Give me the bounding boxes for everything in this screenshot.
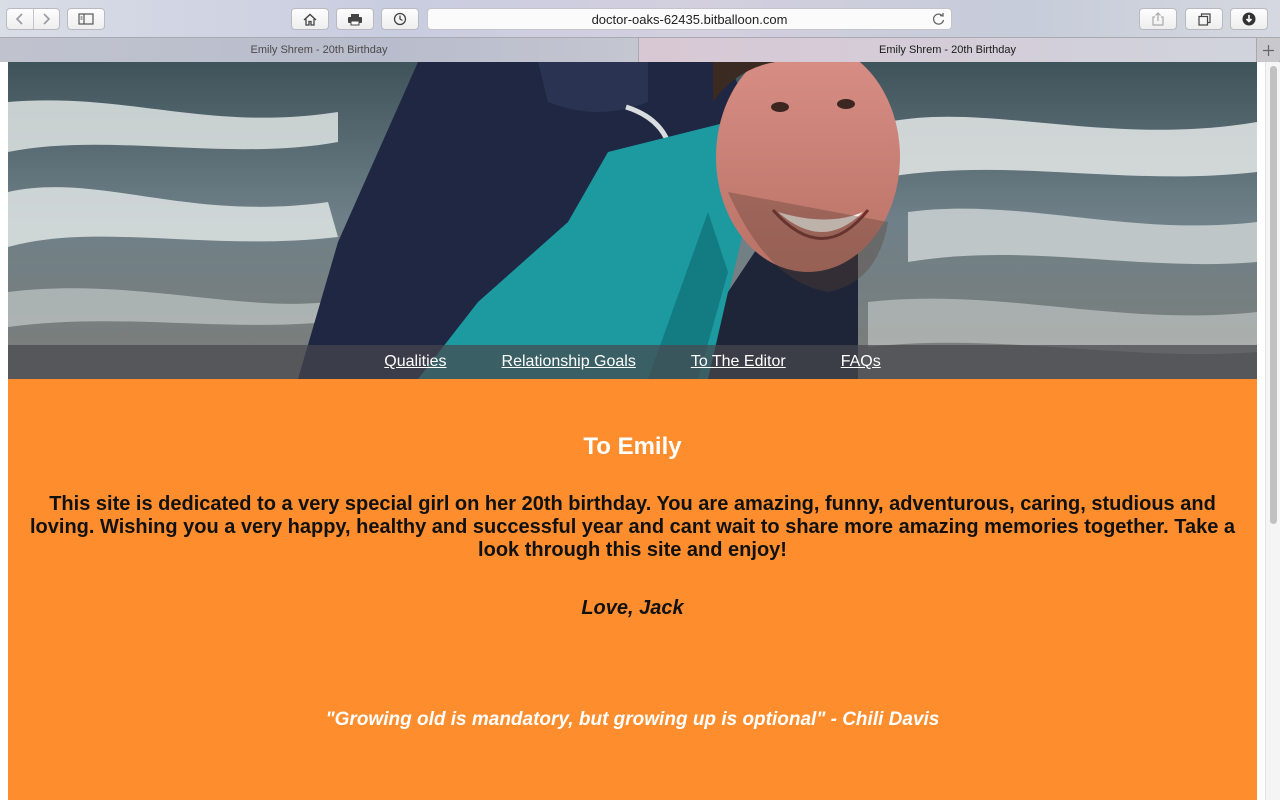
back-button[interactable] (7, 9, 33, 29)
share-icon (1152, 12, 1164, 26)
reload-icon (932, 13, 945, 25)
reload-button[interactable] (932, 12, 945, 29)
page-scrollbar[interactable] (1265, 62, 1280, 800)
print-button[interactable] (336, 8, 374, 30)
url-text: doctor-oaks-62435.bitballoon.com (591, 11, 788, 27)
dedication-message: This site is dedicated to a very special… (30, 493, 1235, 561)
main-nav: Qualities Relationship Goals To The Edit… (8, 345, 1257, 379)
page-body: Qualities Relationship Goals To The Edit… (8, 62, 1257, 800)
share-button[interactable] (1139, 8, 1177, 30)
tab-active[interactable]: Emily Shrem - 20th Birthday (639, 38, 1257, 62)
history-button[interactable] (381, 8, 419, 30)
new-tab-icon (1262, 44, 1274, 56)
home-icon (303, 13, 317, 26)
sidebar-button[interactable] (67, 8, 105, 30)
downloads-icon (1242, 12, 1256, 26)
tab-bar: Emily Shrem - 20th Birthday Emily Shrem … (0, 38, 1280, 62)
tab-inactive[interactable]: Emily Shrem - 20th Birthday (0, 38, 639, 62)
sidebar-icon (78, 13, 94, 25)
quote: "Growing old is mandatory, but growing u… (325, 709, 940, 730)
downloads-button[interactable] (1230, 8, 1268, 30)
tabs-overview-button[interactable] (1185, 8, 1223, 30)
tabs-overview-icon (1197, 12, 1211, 26)
nav-link-faqs[interactable]: FAQs (841, 353, 881, 371)
tab-title: Emily Shrem - 20th Birthday (250, 44, 388, 56)
web-viewport: Qualities Relationship Goals To The Edit… (0, 62, 1280, 800)
address-bar[interactable]: doctor-oaks-62435.bitballoon.com (427, 8, 952, 30)
back-icon (15, 13, 23, 25)
signoff: Love, Jack (581, 597, 684, 619)
browser-toolbar: doctor-oaks-62435.bitballoon.com (0, 0, 1280, 38)
forward-icon (43, 13, 51, 25)
print-icon (348, 13, 362, 25)
forward-button[interactable] (32, 9, 60, 29)
new-tab-button[interactable] (1257, 38, 1279, 62)
tab-title: Emily Shrem - 20th Birthday (879, 44, 1016, 56)
nav-link-qualities[interactable]: Qualities (384, 353, 446, 371)
page-heading: To Emily (583, 433, 682, 460)
hero-photo: Qualities Relationship Goals To The Edit… (8, 62, 1257, 379)
scrollbar-thumb[interactable] (1270, 66, 1277, 524)
beach-photo-illustration (8, 62, 1257, 379)
nav-link-to-the-editor[interactable]: To The Editor (691, 353, 786, 371)
history-icon (393, 12, 407, 26)
history-nav-group (6, 8, 60, 30)
home-button[interactable] (291, 8, 329, 30)
nav-link-relationship-goals[interactable]: Relationship Goals (502, 353, 636, 371)
